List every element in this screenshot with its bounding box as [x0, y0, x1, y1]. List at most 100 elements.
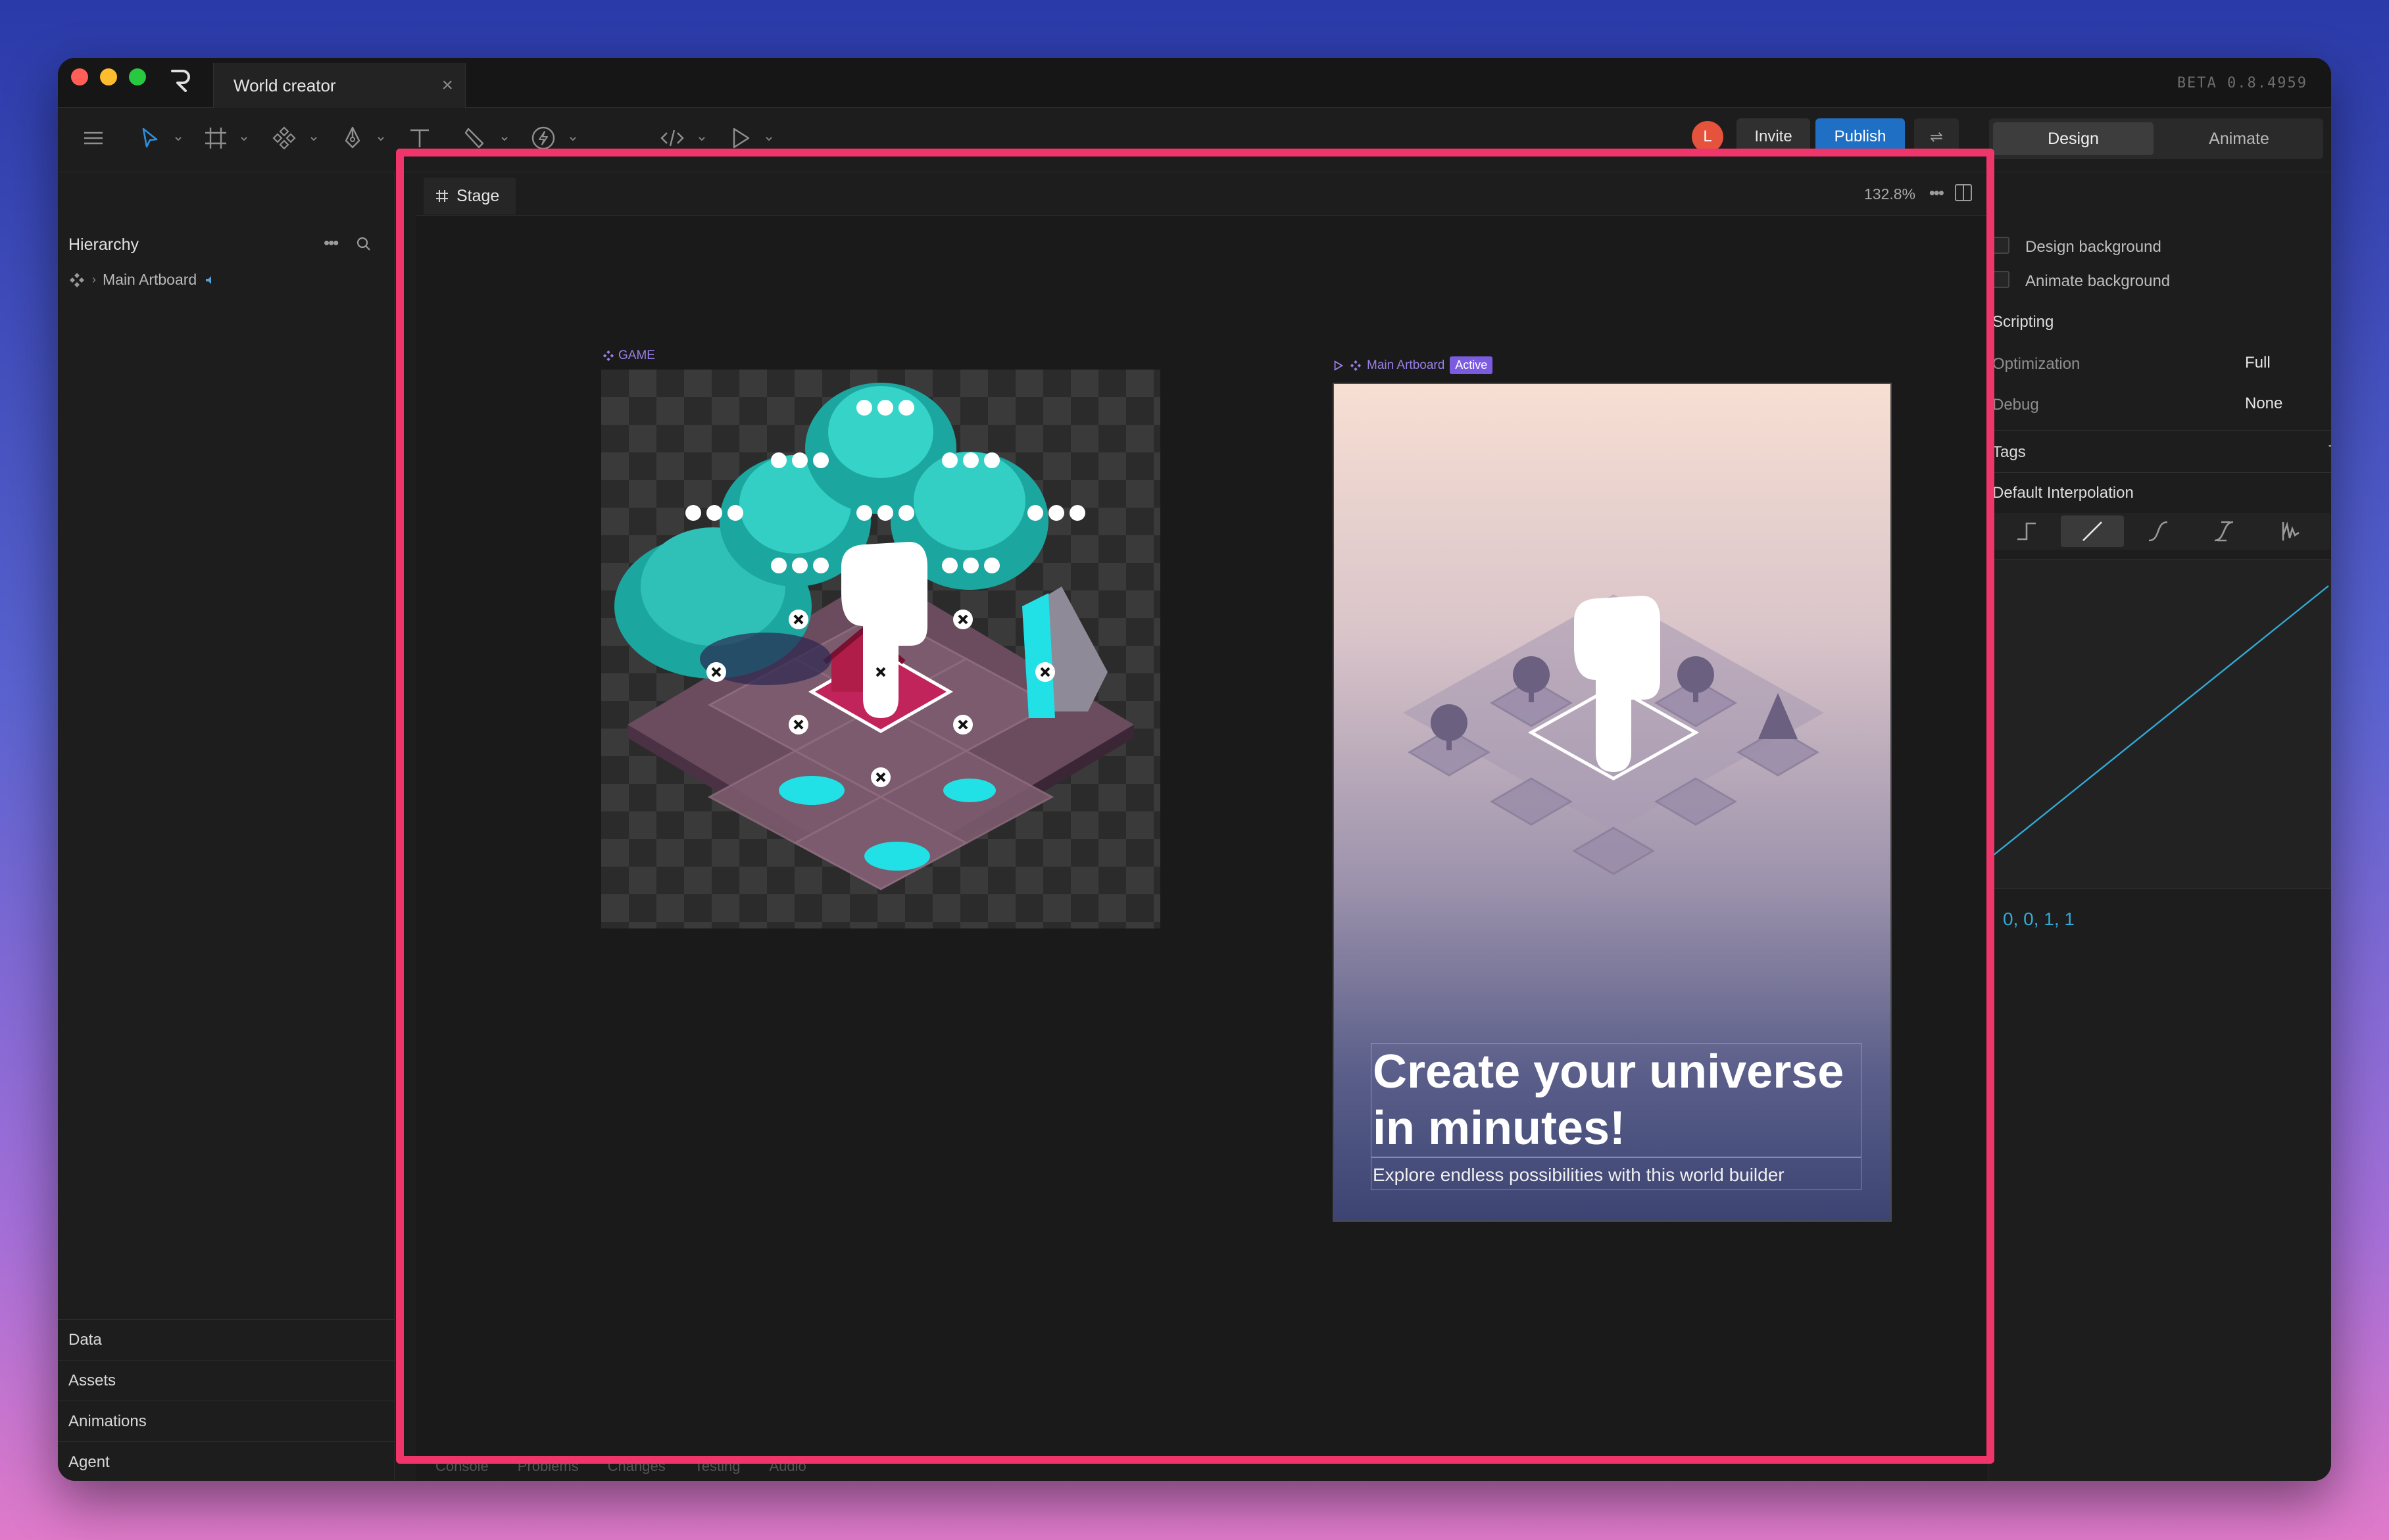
chevron-down-icon[interactable] — [697, 134, 706, 143]
add-tag-icon[interactable]: + — [2328, 434, 2331, 458]
artboard-subline[interactable]: Explore endless possibilities with this … — [1371, 1157, 1861, 1190]
left-section-animations[interactable]: Animations — [58, 1401, 395, 1441]
chevron-down-icon[interactable]: ⌄ — [2330, 355, 2331, 369]
split-view-icon[interactable] — [1955, 184, 1972, 201]
hierarchy-item-label: Main Artboard — [103, 271, 197, 288]
user-avatar[interactable]: L — [1692, 121, 1723, 153]
optimization-select[interactable]: Full — [2245, 354, 2271, 372]
interp-elastic-icon[interactable] — [2258, 516, 2321, 547]
debug-label: Debug — [1992, 396, 2039, 414]
document-tab-title: World creator — [234, 75, 336, 95]
zoom-window-button[interactable] — [129, 68, 146, 85]
changes-tab[interactable]: Changes — [608, 1458, 666, 1475]
select-tool-icon[interactable] — [135, 124, 164, 153]
version-label: BETA 0.8.4959 — [2177, 75, 2307, 91]
close-tab-icon[interactable]: × — [441, 76, 453, 95]
app-window: World creator × BETA 0.8.4959 L Invite P… — [58, 58, 2331, 1481]
publish-button[interactable]: Publish — [1815, 118, 1905, 155]
tags-heading: Tags — [1992, 443, 2026, 461]
interp-custom-icon[interactable] — [2192, 516, 2255, 547]
active-badge: Active — [1450, 356, 1493, 374]
hierarchy-title: Hierarchy — [68, 235, 139, 254]
component-icon — [1350, 360, 1362, 371]
pen-tool-icon[interactable] — [338, 124, 367, 153]
frame-icon — [436, 190, 448, 202]
left-section-agent[interactable]: Agent — [58, 1441, 395, 1481]
brush-tool-icon[interactable] — [460, 124, 489, 153]
console-tab[interactable]: Console — [435, 1458, 489, 1475]
artboard-headline[interactable]: Create your universe in minutes! — [1371, 1043, 1861, 1157]
minimize-window-button[interactable] — [100, 68, 117, 85]
chevron-down-icon[interactable]: ⌄ — [2330, 396, 2331, 410]
frame-tool-icon[interactable] — [201, 124, 230, 153]
default-interpolation-heading: Default Interpolation — [1992, 484, 2134, 502]
artboard-grid-illustration — [1403, 594, 1824, 875]
inspector-panel: Design background Animate background Scr… — [1988, 172, 2331, 1481]
interp-linear-icon[interactable] — [2061, 516, 2124, 547]
animate-background-checkbox[interactable] — [1992, 271, 2009, 288]
main-artboard[interactable]: Create your universe in minutes! Explore… — [1333, 383, 1892, 1222]
curve-values[interactable]: 0, 0, 1, 1 — [2003, 909, 2075, 930]
interp-hold-icon[interactable] — [1995, 516, 2058, 547]
component-icon — [603, 350, 614, 362]
chevron-down-icon[interactable] — [239, 134, 249, 143]
design-background-checkbox[interactable] — [1992, 237, 2009, 254]
hierarchy-panel: Hierarchy ••• › Main Artboard — [58, 172, 395, 1481]
lightning-tool-icon[interactable] — [529, 124, 558, 153]
stage-tab-bar: Stage 132.8% ••• — [416, 172, 1988, 216]
divider — [1988, 430, 2331, 431]
debug-select[interactable]: None — [2245, 395, 2282, 413]
document-tab[interactable]: World creator × — [213, 63, 466, 108]
interpolation-curve-editor[interactable] — [1992, 559, 2330, 889]
mode-switch: Design Animate — [1989, 118, 2323, 159]
close-window-button[interactable] — [71, 68, 88, 85]
design-mode-tab[interactable]: Design — [1993, 122, 2154, 155]
zoom-dropdown[interactable]: 132.8% — [1864, 185, 1915, 203]
chevron-down-icon[interactable] — [568, 134, 578, 143]
interpolation-options — [1992, 513, 2330, 550]
swap-icon[interactable]: ⇌ — [1914, 118, 1959, 155]
audio-indicator-icon — [206, 276, 212, 284]
hierarchy-item-main-artboard[interactable]: › Main Artboard — [68, 271, 216, 289]
game-label-text: GAME — [618, 349, 655, 362]
component-tool-icon[interactable] — [270, 124, 299, 153]
chevron-down-icon[interactable] — [309, 134, 318, 143]
stage-area[interactable]: Stage 132.8% ••• GAME Main Artboard Acti… — [416, 172, 1988, 1481]
main-artboard-label-text: Main Artboard — [1367, 358, 1445, 372]
left-section-assets[interactable]: Assets — [58, 1360, 395, 1401]
optimization-label: Optimization — [1992, 355, 2081, 373]
title-bar: World creator × BETA 0.8.4959 — [58, 58, 2331, 108]
code-tool-icon[interactable] — [658, 124, 687, 153]
search-icon[interactable] — [355, 235, 372, 253]
chevron-down-icon[interactable] — [376, 134, 385, 143]
divider — [1988, 472, 2331, 473]
chevron-down-icon[interactable] — [500, 134, 509, 143]
chevron-down-icon[interactable] — [764, 134, 774, 143]
testing-tab[interactable]: Testing — [695, 1458, 741, 1475]
problems-tab[interactable]: Problems — [518, 1458, 579, 1475]
artboard-icon — [70, 272, 84, 287]
animate-mode-tab[interactable]: Animate — [2159, 122, 2319, 155]
chevron-down-icon[interactable] — [174, 134, 183, 143]
game-world-illustration[interactable] — [601, 370, 1160, 928]
stage-tab-label: Stage — [456, 186, 500, 205]
bottom-panel-tabs: Console Problems Changes Testing Audio — [416, 1452, 1988, 1481]
interp-cubic-icon[interactable] — [2127, 516, 2190, 547]
game-artboard-label[interactable]: GAME — [603, 349, 655, 363]
hierarchy-more-icon[interactable]: ••• — [324, 233, 339, 253]
chevron-right-icon[interactable]: › — [92, 273, 96, 287]
main-artboard-label[interactable]: Main Artboard Active — [1333, 356, 1493, 374]
menu-icon[interactable] — [79, 124, 108, 153]
play-tool-icon[interactable] — [726, 124, 755, 153]
stage-more-icon[interactable]: ••• — [1929, 183, 1944, 203]
animate-background-label: Animate background — [2025, 272, 2171, 290]
scripting-heading: Scripting — [1992, 313, 2054, 331]
stage-tab[interactable]: Stage — [424, 178, 516, 214]
audio-tab[interactable]: Audio — [769, 1458, 806, 1475]
play-icon — [1334, 360, 1344, 371]
design-background-label: Design background — [2025, 238, 2161, 256]
left-section-data[interactable]: Data — [58, 1319, 395, 1360]
app-logo-icon[interactable] — [170, 67, 192, 93]
text-tool-icon[interactable] — [405, 124, 434, 153]
invite-button[interactable]: Invite — [1736, 118, 1810, 155]
